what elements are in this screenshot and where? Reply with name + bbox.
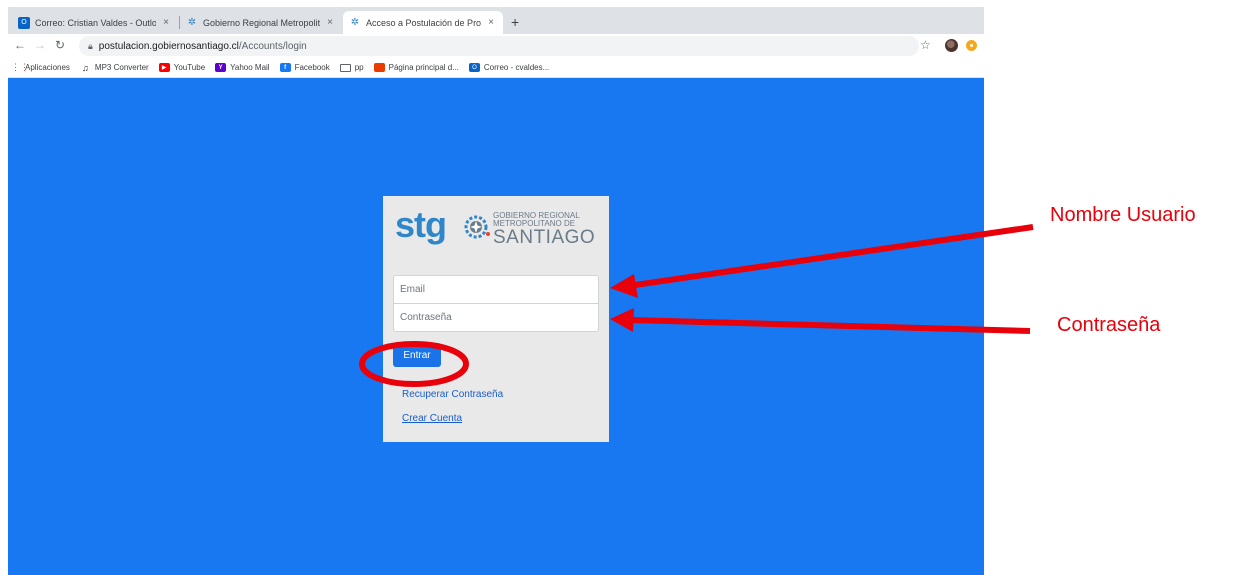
bookmark-label: YouTube bbox=[173, 63, 206, 72]
bookmark-pp[interactable]: pp bbox=[339, 63, 364, 72]
tab-outlook[interactable]: O Correo: Cristian Valdes - Outlo × bbox=[12, 11, 178, 34]
bookmark-yahoo-mail[interactable]: Y Yahoo Mail bbox=[215, 63, 270, 72]
close-icon[interactable]: × bbox=[485, 17, 497, 28]
recover-password-link[interactable]: Recuperar Contraseña bbox=[402, 389, 503, 400]
youtube-icon: ▶ bbox=[158, 63, 170, 72]
outlook-icon: O bbox=[468, 63, 480, 72]
outlook-icon: O bbox=[18, 16, 30, 29]
gore-icon: ✲ bbox=[350, 17, 360, 28]
annotation-label-username: Nombre Usuario bbox=[1050, 204, 1196, 226]
folder-icon bbox=[339, 63, 351, 72]
bookmark-pagina-principal[interactable]: Página principal d... bbox=[373, 63, 459, 72]
tab-title: Correo: Cristian Valdes - Outlo bbox=[35, 17, 156, 28]
password-field[interactable]: Contraseña bbox=[393, 303, 599, 332]
url-host: postulacion.gobiernosantiago.cl bbox=[98, 40, 239, 52]
reload-icon[interactable]: ↻ bbox=[55, 38, 65, 52]
page-content: stg GOBIERNO REGIONAL METROPOLITANO DE S… bbox=[8, 78, 984, 575]
tab-title: Gobierno Regional Metropolita bbox=[203, 17, 320, 28]
bookmark-label: Yahoo Mail bbox=[230, 63, 270, 72]
annotation-label-password: Contraseña bbox=[1057, 314, 1161, 336]
star-emblem-icon bbox=[464, 215, 490, 239]
music-note-icon: ♫ bbox=[82, 62, 89, 73]
bookmark-youtube[interactable]: ▶ YouTube bbox=[158, 63, 206, 72]
gore-santiago-logo: stg GOBIERNO REGIONAL METROPOLITANO DE S… bbox=[395, 204, 596, 250]
email-placeholder: Email bbox=[400, 284, 426, 295]
login-card: stg GOBIERNO REGIONAL METROPOLITANO DE S… bbox=[383, 196, 609, 442]
bookmark-aplicaciones[interactable]: ⋮⋮⋮ Aplicaciones bbox=[8, 62, 70, 72]
logo-santiago-text: SANTIAGO bbox=[493, 227, 596, 248]
bookmark-mp3-converter[interactable]: ♫ MP3 Converter bbox=[80, 62, 149, 73]
bookmark-label: Correo - cvaldes... bbox=[483, 63, 550, 72]
forward-arrow-icon[interactable]: → bbox=[34, 38, 46, 52]
bookmark-label: Facebook bbox=[294, 63, 330, 72]
bookmark-label: Aplicaciones bbox=[25, 63, 70, 72]
bookmarks-bar: ⋮⋮⋮ Aplicaciones ♫ MP3 Converter ▶ YouTu… bbox=[8, 58, 984, 78]
address-bar[interactable]: 🔒︎ postulacion.gobiernosantiago.cl/Accou… bbox=[79, 36, 919, 56]
email-field[interactable]: Email bbox=[393, 275, 599, 304]
gore-icon: ✲ bbox=[187, 17, 197, 28]
bookmark-star-icon[interactable]: ☆ bbox=[920, 38, 931, 52]
close-icon[interactable]: × bbox=[160, 17, 172, 28]
browser-toolbar: ← → ↻ 🔒︎ postulacion.gobiernosantiago.cl… bbox=[8, 34, 984, 58]
facebook-icon: f bbox=[279, 63, 291, 72]
close-icon[interactable]: × bbox=[324, 17, 336, 28]
office-icon bbox=[373, 63, 385, 72]
entrar-button[interactable]: Entrar bbox=[393, 343, 441, 367]
browser-window: O Correo: Cristian Valdes - Outlo × ✲ Go… bbox=[8, 7, 984, 575]
bookmark-label: Página principal d... bbox=[388, 63, 459, 72]
new-tab-button[interactable]: + bbox=[511, 14, 519, 30]
lock-icon: 🔒︎ bbox=[88, 40, 93, 51]
logo-subtitle: GOBIERNO REGIONAL METROPOLITANO DE bbox=[493, 212, 580, 228]
profile-avatar[interactable] bbox=[945, 39, 958, 52]
tab-title: Acceso a Postulación de Proye bbox=[366, 17, 481, 28]
apps-grid-icon: ⋮⋮⋮ bbox=[8, 62, 29, 72]
bookmark-label: pp bbox=[354, 63, 364, 72]
yahoo-icon: Y bbox=[215, 63, 227, 72]
screenshot-root: O Correo: Cristian Valdes - Outlo × ✲ Go… bbox=[0, 0, 1249, 575]
bookmark-facebook[interactable]: f Facebook bbox=[279, 63, 330, 72]
tab-gobierno[interactable]: ✲ Gobierno Regional Metropolita × bbox=[180, 11, 342, 34]
back-arrow-icon[interactable]: ← bbox=[14, 38, 26, 52]
url-path: /Accounts/login bbox=[238, 40, 307, 52]
bookmark-label: MP3 Converter bbox=[94, 63, 149, 72]
logo-stg-text: stg bbox=[395, 204, 447, 245]
extension-icon[interactable] bbox=[966, 40, 977, 51]
create-account-link[interactable]: Crear Cuenta bbox=[402, 413, 462, 424]
password-placeholder: Contraseña bbox=[400, 312, 452, 323]
tab-acceso[interactable]: ✲ Acceso a Postulación de Proye × bbox=[343, 11, 503, 34]
bookmark-correo[interactable]: O Correo - cvaldes... bbox=[468, 63, 550, 72]
tab-bar: O Correo: Cristian Valdes - Outlo × ✲ Go… bbox=[8, 7, 984, 34]
